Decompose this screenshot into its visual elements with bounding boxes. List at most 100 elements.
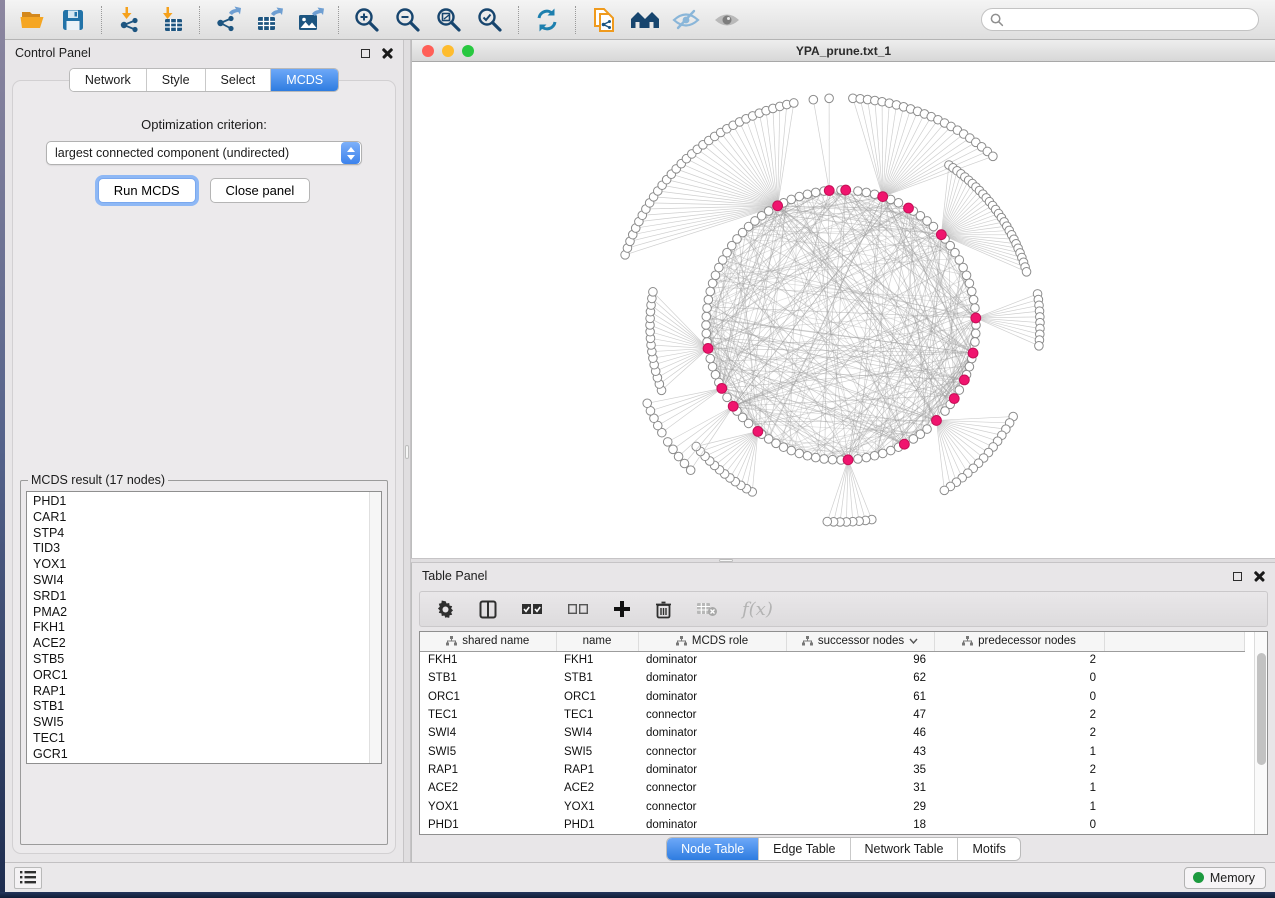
- mcds-result-item[interactable]: SRD1: [33, 589, 381, 605]
- graph-node[interactable]: [878, 449, 887, 458]
- graph-dominator-node[interactable]: [949, 394, 959, 404]
- graph-dominator-node[interactable]: [824, 186, 834, 196]
- graph-node[interactable]: [702, 329, 711, 338]
- close-panel-icon[interactable]: [382, 48, 393, 59]
- graph-node[interactable]: [965, 362, 974, 371]
- graph-dominator-node[interactable]: [841, 185, 851, 195]
- mcds-result-item[interactable]: SWI5: [33, 715, 381, 731]
- delete-table-icon[interactable]: [696, 601, 718, 617]
- close-panel-button[interactable]: Close panel: [210, 178, 311, 203]
- list-scrollbar-track[interactable]: [369, 492, 381, 763]
- tab-network[interactable]: Network: [70, 69, 147, 91]
- mcds-result-item[interactable]: TID3: [33, 541, 381, 557]
- column-header-mcds-role[interactable]: MCDS role: [638, 632, 786, 651]
- graph-leaf-node[interactable]: [680, 459, 689, 468]
- vertical-splitter[interactable]: [403, 40, 411, 862]
- graph-node[interactable]: [723, 393, 732, 402]
- save-session-icon[interactable]: [56, 4, 90, 36]
- duplicate-network-icon[interactable]: [587, 4, 621, 36]
- export-network-icon[interactable]: [211, 4, 245, 36]
- graph-dominator-node[interactable]: [968, 348, 978, 358]
- graph-leaf-node[interactable]: [669, 445, 678, 454]
- graph-dominator-node[interactable]: [717, 383, 727, 393]
- table-scrollbar-thumb[interactable]: [1257, 653, 1266, 765]
- graph-node[interactable]: [820, 455, 829, 464]
- table-row[interactable]: STB1STB1dominator620: [420, 669, 1245, 687]
- graph-node[interactable]: [962, 271, 971, 280]
- function-builder-icon[interactable]: f(x): [742, 599, 773, 620]
- delete-column-icon[interactable]: [655, 600, 672, 619]
- graph-dominator-node[interactable]: [843, 455, 853, 465]
- import-table-icon[interactable]: [154, 4, 188, 36]
- memory-button[interactable]: Memory: [1184, 867, 1266, 889]
- graph-leaf-node[interactable]: [1035, 342, 1044, 351]
- table-row[interactable]: SWI5SWI5connector431: [420, 742, 1245, 760]
- graph-dominator-node[interactable]: [703, 344, 713, 354]
- graph-node[interactable]: [708, 279, 717, 288]
- graph-leaf-node[interactable]: [674, 452, 683, 461]
- mcds-result-item[interactable]: STB5: [33, 652, 381, 668]
- graph-node[interactable]: [811, 453, 820, 462]
- mcds-result-item[interactable]: RAP1: [33, 684, 381, 700]
- table-row[interactable]: RAP1RAP1dominator352: [420, 761, 1245, 779]
- tab-network-table[interactable]: Network Table: [851, 838, 959, 860]
- graph-node[interactable]: [708, 362, 717, 371]
- search-input[interactable]: [1010, 13, 1250, 27]
- graph-node[interactable]: [971, 329, 980, 338]
- graph-dominator-node[interactable]: [899, 439, 909, 449]
- graph-node[interactable]: [803, 451, 812, 460]
- column-header-name[interactable]: name: [556, 632, 638, 651]
- graph-node[interactable]: [955, 386, 964, 395]
- show-panels-icon[interactable]: [710, 4, 744, 36]
- graph-node[interactable]: [828, 455, 837, 464]
- graph-leaf-node[interactable]: [790, 99, 799, 108]
- graph-node[interactable]: [795, 192, 804, 201]
- graph-node[interactable]: [702, 312, 711, 321]
- table-row[interactable]: TEC1TEC1connector472: [420, 706, 1245, 724]
- mcds-result-item[interactable]: SWI4: [33, 573, 381, 589]
- maximize-window-icon[interactable]: [462, 45, 474, 57]
- refresh-view-icon[interactable]: [530, 4, 564, 36]
- graph-leaf-node[interactable]: [823, 517, 832, 526]
- network-canvas[interactable]: [412, 62, 1275, 558]
- table-scrollbar[interactable]: [1254, 632, 1267, 834]
- graph-dominator-node[interactable]: [971, 313, 981, 323]
- graph-node[interactable]: [941, 407, 950, 416]
- splitter-grip[interactable]: [719, 559, 733, 562]
- column-header-predecessor-nodes[interactable]: predecessor nodes: [934, 632, 1104, 651]
- export-image-icon[interactable]: [293, 4, 327, 36]
- graph-dominator-node[interactable]: [904, 203, 914, 213]
- hide-panels-icon[interactable]: [669, 4, 703, 36]
- graph-leaf-node[interactable]: [643, 399, 652, 408]
- close-panel-icon[interactable]: [1254, 571, 1265, 582]
- graph-node[interactable]: [706, 354, 715, 363]
- graph-node[interactable]: [854, 455, 863, 464]
- table-row[interactable]: ACE2ACE2connector311: [420, 779, 1245, 797]
- mcds-result-item[interactable]: CAR1: [33, 510, 381, 526]
- graph-node[interactable]: [886, 446, 895, 455]
- table-row[interactable]: YOX1YOX1connector291: [420, 797, 1245, 815]
- splitter-grip[interactable]: [405, 445, 409, 459]
- column-settings-icon[interactable]: [436, 600, 455, 619]
- graph-leaf-node[interactable]: [686, 466, 695, 475]
- network-window-titlebar[interactable]: YPA_prune.txt_1: [412, 40, 1275, 62]
- graph-node[interactable]: [862, 188, 871, 197]
- graph-node[interactable]: [967, 287, 976, 296]
- table-row[interactable]: FKH1FKH1dominator962: [420, 651, 1245, 669]
- add-column-icon[interactable]: [613, 600, 631, 618]
- graph-node[interactable]: [702, 321, 711, 330]
- mcds-result-item[interactable]: STB1: [33, 699, 381, 715]
- graph-dominator-node[interactable]: [728, 401, 738, 411]
- show-all-networks-icon[interactable]: [628, 4, 662, 36]
- graph-node[interactable]: [862, 453, 871, 462]
- column-header-shared-name[interactable]: shared name: [420, 632, 556, 651]
- graph-leaf-node[interactable]: [1022, 268, 1031, 277]
- float-panel-icon[interactable]: [361, 49, 370, 58]
- graph-node[interactable]: [706, 287, 715, 296]
- select-all-rows-icon[interactable]: [521, 602, 543, 616]
- graph-node[interactable]: [803, 190, 812, 199]
- deselect-all-rows-icon[interactable]: [567, 602, 589, 616]
- search-box[interactable]: [981, 8, 1259, 31]
- graph-node[interactable]: [965, 279, 974, 288]
- open-file-icon[interactable]: [15, 4, 49, 36]
